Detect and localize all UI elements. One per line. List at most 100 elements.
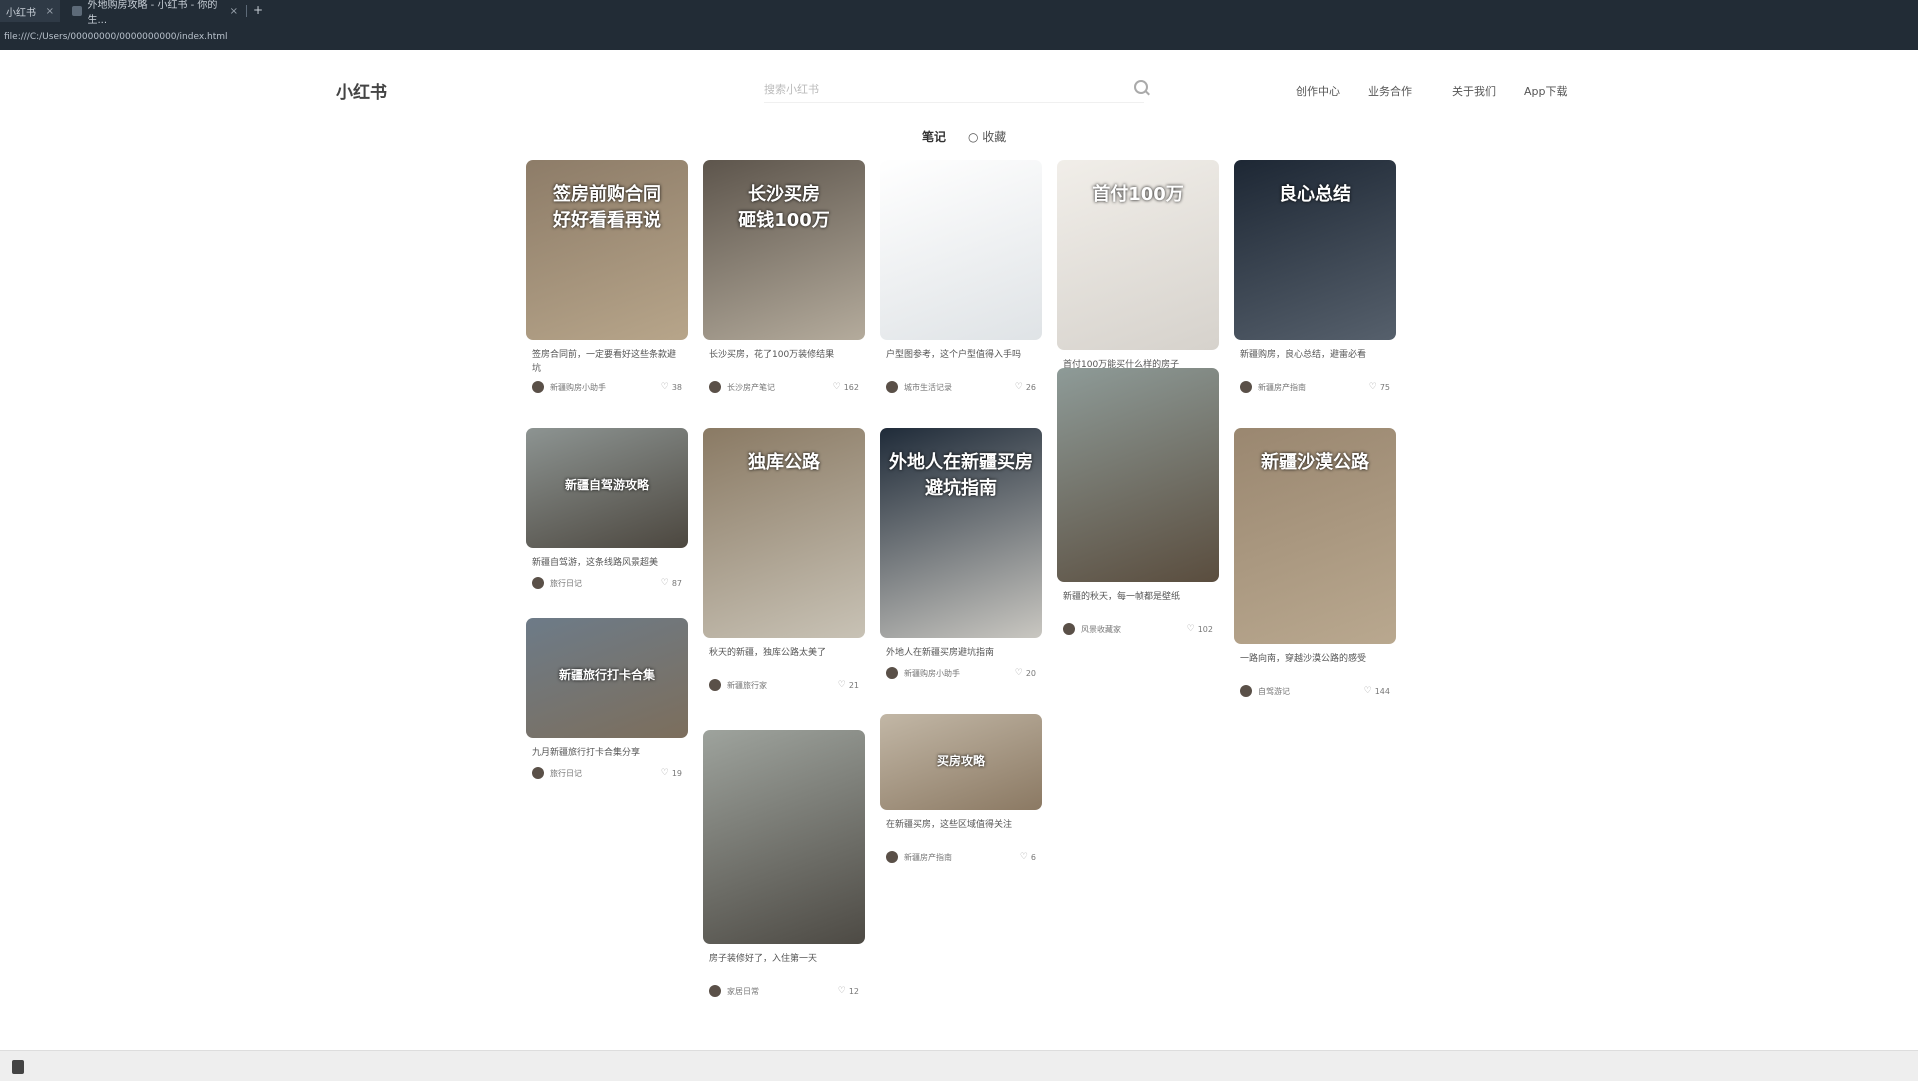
note-cover-image[interactable] [1057, 368, 1219, 582]
avatar[interactable] [886, 851, 898, 863]
heart-icon: ♡ [837, 680, 846, 690]
note-cover-image[interactable]: 新疆旅行打卡合集 [526, 618, 688, 738]
like-button[interactable]: ♡ 12 [838, 986, 859, 996]
note-cover-image[interactable]: 长沙买房 砸钱100万 [703, 160, 865, 340]
note-title[interactable]: 户型图参考，这个户型值得入手吗 [886, 348, 1036, 362]
nav-link-creator[interactable]: 创作中心 [1296, 83, 1340, 99]
avatar[interactable] [532, 767, 544, 779]
cover-text: 签房前购合同 好好看看再说 [553, 184, 661, 231]
author-name[interactable]: 新疆购房小助手 [904, 668, 960, 679]
note-card[interactable]: 长沙买房 砸钱100万长沙买房，花了100万装修结果长沙房产笔记 ♡ 162 [703, 160, 865, 400]
avatar[interactable] [532, 577, 544, 589]
new-tab-icon[interactable]: + [253, 3, 263, 17]
avatar[interactable] [886, 667, 898, 679]
author-name[interactable]: 旅行日记 [550, 578, 582, 589]
note-cover-image[interactable]: 独库公路 [703, 428, 865, 638]
like-count: 20 [1025, 668, 1036, 678]
author-name[interactable]: 长沙房产笔记 [727, 382, 775, 393]
note-card[interactable]: 新疆旅行打卡合集九月新疆旅行打卡合集分享旅行日记 ♡ 19 [526, 618, 688, 798]
nav-link-app[interactable]: App下载 [1524, 83, 1568, 99]
note-meta: 新疆房产指南 ♡ 6 [886, 850, 1036, 864]
avatar[interactable] [709, 381, 721, 393]
like-button[interactable]: ♡ 6 [1020, 852, 1036, 862]
note-meta: 新疆购房小助手 ♡ 38 [532, 380, 682, 394]
like-button[interactable]: ♡ 102 [1187, 624, 1213, 634]
search-icon[interactable] [1134, 80, 1148, 94]
cover-text: 长沙买房 砸钱100万 [738, 184, 830, 231]
note-cover-image[interactable]: 外地人在新疆买房 避坑指南 [880, 428, 1042, 638]
avatar[interactable] [1240, 685, 1252, 697]
note-card[interactable]: 独库公路秋天的新疆，独库公路太美了新疆旅行家 ♡ 21 [703, 428, 865, 698]
note-card[interactable]: 外地人在新疆买房 避坑指南外地人在新疆买房避坑指南新疆购房小助手 ♡ 20 [880, 428, 1042, 698]
note-card[interactable]: 新疆自驾游攻略新疆自驾游，这条线路风景超美旅行日记 ♡ 87 [526, 428, 688, 608]
author-name[interactable]: 新疆房产指南 [1258, 382, 1306, 393]
note-cover-image[interactable] [703, 730, 865, 944]
note-title[interactable]: 新疆自驾游，这条线路风景超美 [532, 556, 682, 570]
author-name[interactable]: 城市生活记录 [904, 382, 952, 393]
heart-icon: ♡ [1363, 686, 1372, 696]
note-title[interactable]: 在新疆买房，这些区域值得关注 [886, 818, 1036, 832]
note-title[interactable]: 长沙买房，花了100万装修结果 [709, 348, 859, 362]
avatar[interactable] [709, 985, 721, 997]
note-title[interactable]: 秋天的新疆，独库公路太美了 [709, 646, 859, 660]
like-button[interactable]: ♡ 144 [1364, 686, 1390, 696]
avatar[interactable] [1240, 381, 1252, 393]
note-title[interactable]: 一路向南，穿越沙漠公路的感受 [1240, 652, 1390, 666]
nav-link-business[interactable]: 业务合作 [1368, 83, 1412, 99]
note-card[interactable]: 户型图参考，这个户型值得入手吗城市生活记录 ♡ 26 [880, 160, 1042, 400]
like-button[interactable]: ♡ 26 [1015, 382, 1036, 392]
note-title[interactable]: 签房合同前，一定要看好这些条款避坑 [532, 348, 682, 376]
note-title[interactable]: 新疆购房，良心总结，避雷必看 [1240, 348, 1390, 362]
tab-notes[interactable]: 笔记 [922, 128, 946, 145]
heart-icon: ♡ [832, 382, 841, 392]
avatar[interactable] [532, 381, 544, 393]
author-name[interactable]: 旅行日记 [550, 768, 582, 779]
avatar[interactable] [709, 679, 721, 691]
note-cover-image[interactable] [880, 160, 1042, 340]
note-cover-image[interactable]: 新疆沙漠公路 [1234, 428, 1396, 644]
note-card[interactable]: 签房前购合同 好好看看再说签房合同前，一定要看好这些条款避坑新疆购房小助手 ♡ 38 [526, 160, 688, 400]
author-name[interactable]: 新疆房产指南 [904, 852, 952, 863]
note-cover-image[interactable]: 签房前购合同 好好看看再说 [526, 160, 688, 340]
note-cover-image[interactable]: 良心总结 [1234, 160, 1396, 340]
note-title[interactable]: 新疆的秋天，每一帧都是壁纸 [1063, 590, 1213, 604]
close-icon[interactable]: × [46, 6, 54, 17]
address-bar[interactable]: file:///C:/Users/00000000/0000000000/ind… [0, 28, 1918, 46]
like-button[interactable]: ♡ 21 [838, 680, 859, 690]
note-cover-image[interactable]: 买房攻略 [880, 714, 1042, 810]
like-button[interactable]: ♡ 87 [661, 578, 682, 588]
author-name[interactable]: 新疆旅行家 [727, 680, 767, 691]
like-button[interactable]: ♡ 20 [1015, 668, 1036, 678]
avatar[interactable] [886, 381, 898, 393]
note-cover-image[interactable]: 新疆自驾游攻略 [526, 428, 688, 548]
avatar[interactable] [1063, 623, 1075, 635]
tab-favorites[interactable]: ○ 收藏 [968, 128, 1006, 145]
note-title[interactable]: 九月新疆旅行打卡合集分享 [532, 746, 682, 760]
note-card[interactable]: 良心总结新疆购房，良心总结，避雷必看新疆房产指南 ♡ 75 [1234, 160, 1396, 400]
note-card[interactable]: 房子装修好了，入住第一天家居日常 ♡ 12 [703, 730, 865, 1004]
site-logo[interactable]: 小红书 [336, 78, 387, 103]
browser-tab[interactable]: 小红书 × [0, 0, 60, 22]
like-button[interactable]: ♡ 38 [661, 382, 682, 392]
author-name[interactable]: 风景收藏家 [1081, 624, 1121, 635]
note-card[interactable]: 新疆沙漠公路一路向南，穿越沙漠公路的感受自驾游记 ♡ 144 [1234, 428, 1396, 704]
file-icon[interactable] [12, 1060, 24, 1074]
author-name[interactable]: 家居日常 [727, 986, 759, 997]
like-button[interactable]: ♡ 162 [833, 382, 859, 392]
note-meta: 旅行日记 ♡ 19 [532, 766, 682, 780]
author-name[interactable]: 自驾游记 [1258, 686, 1290, 697]
heart-icon: ♡ [1014, 668, 1023, 678]
author-name[interactable]: 新疆购房小助手 [550, 382, 606, 393]
like-button[interactable]: ♡ 75 [1369, 382, 1390, 392]
note-cover-image[interactable]: 首付100万 [1057, 160, 1219, 350]
note-title[interactable]: 房子装修好了，入住第一天 [709, 952, 859, 966]
close-icon[interactable]: × [230, 6, 238, 17]
note-card[interactable]: 买房攻略在新疆买房，这些区域值得关注新疆房产指南 ♡ 6 [880, 714, 1042, 870]
browser-tab[interactable]: 外地购房攻略 - 小红书 - 你的生... × [66, 0, 244, 26]
note-card[interactable]: 新疆的秋天，每一帧都是壁纸风景收藏家 ♡ 102 [1057, 368, 1219, 642]
nav-link-about[interactable]: 关于我们 [1452, 83, 1496, 99]
note-title[interactable]: 外地人在新疆买房避坑指南 [886, 646, 1036, 660]
tab-label: 外地购房攻略 - 小红书 - 你的生... [87, 0, 218, 26]
search-input[interactable]: 搜索小红书 [764, 76, 1144, 103]
like-button[interactable]: ♡ 19 [661, 768, 682, 778]
